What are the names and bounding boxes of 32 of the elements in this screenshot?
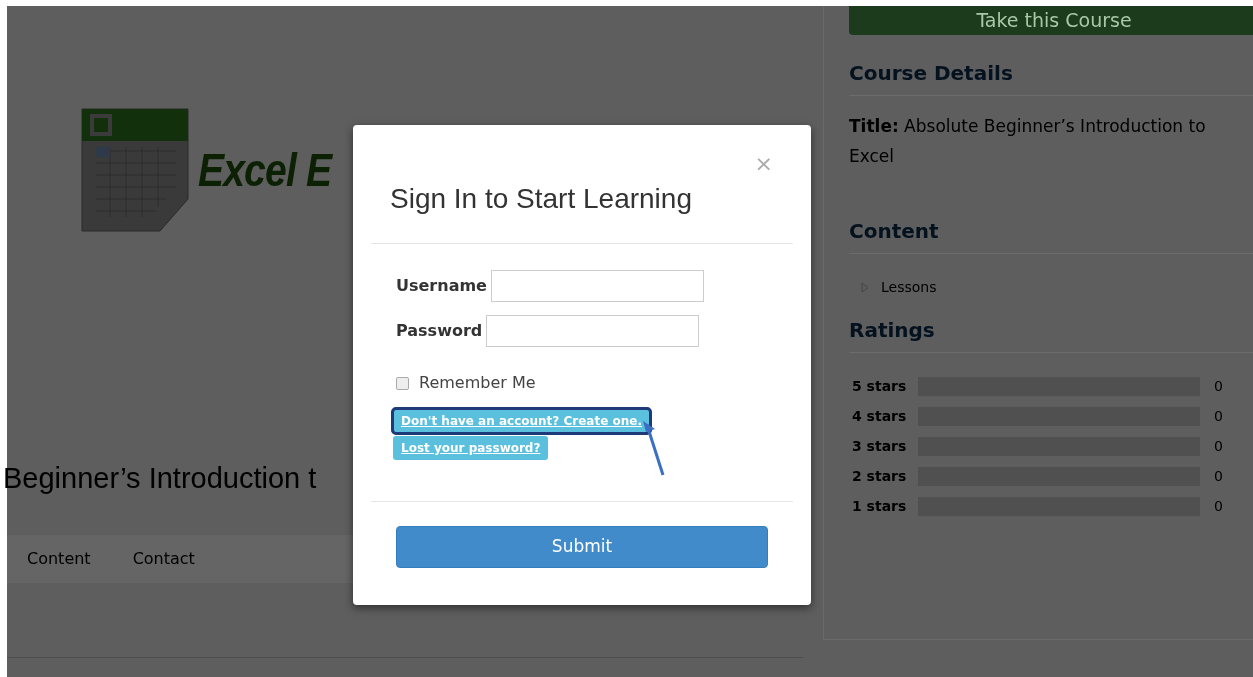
field-label: Username bbox=[396, 275, 487, 297]
nav-link[interactable]: Content bbox=[27, 546, 91, 571]
rating-count: 0 bbox=[1214, 496, 1223, 516]
rating-label: 3 stars bbox=[851, 436, 908, 456]
link-button[interactable]: Lost your password? bbox=[393, 436, 549, 460]
dialog-title: Sign In to Start Learning bbox=[390, 182, 693, 216]
caret-right-icon bbox=[861, 283, 869, 292]
rating-count: 0 bbox=[1214, 376, 1223, 396]
course-title-text: Title: Absolute Beginner’s Introduction to Excel bbox=[849, 115, 1207, 168]
take-course-button[interactable]: Take this Course bbox=[849, 6, 1253, 35]
rating-count: 0 bbox=[1214, 466, 1223, 486]
link-button[interactable]: Don't have an account? Create one. bbox=[393, 409, 650, 433]
close-button[interactable]: × bbox=[754, 153, 773, 175]
rating-label: 1 stars bbox=[851, 496, 908, 516]
section-heading: Course Details bbox=[849, 61, 1253, 96]
rating-label: 4 stars bbox=[851, 406, 908, 426]
checkbox-label: Remember Me bbox=[419, 372, 536, 394]
logo-text: Excel E bbox=[198, 142, 332, 198]
rating-count: 0 bbox=[1214, 406, 1223, 426]
lessons-toggle[interactable]: Lessons bbox=[861, 277, 1253, 298]
section-heading: Ratings bbox=[849, 318, 1253, 353]
input-field[interactable] bbox=[486, 315, 700, 347]
section-heading: Content bbox=[849, 219, 1253, 254]
rating-count: 0 bbox=[1214, 436, 1223, 456]
rating-label: 2 stars bbox=[851, 466, 908, 486]
checkbox[interactable] bbox=[396, 376, 409, 390]
field-label: Password bbox=[396, 320, 483, 342]
rating-label: 5 stars bbox=[851, 376, 908, 396]
submit-button[interactable]: Submit bbox=[396, 526, 768, 568]
input-field[interactable] bbox=[490, 270, 704, 302]
spreadsheet-icon bbox=[80, 107, 190, 233]
nav-link[interactable]: Contact bbox=[132, 546, 195, 571]
